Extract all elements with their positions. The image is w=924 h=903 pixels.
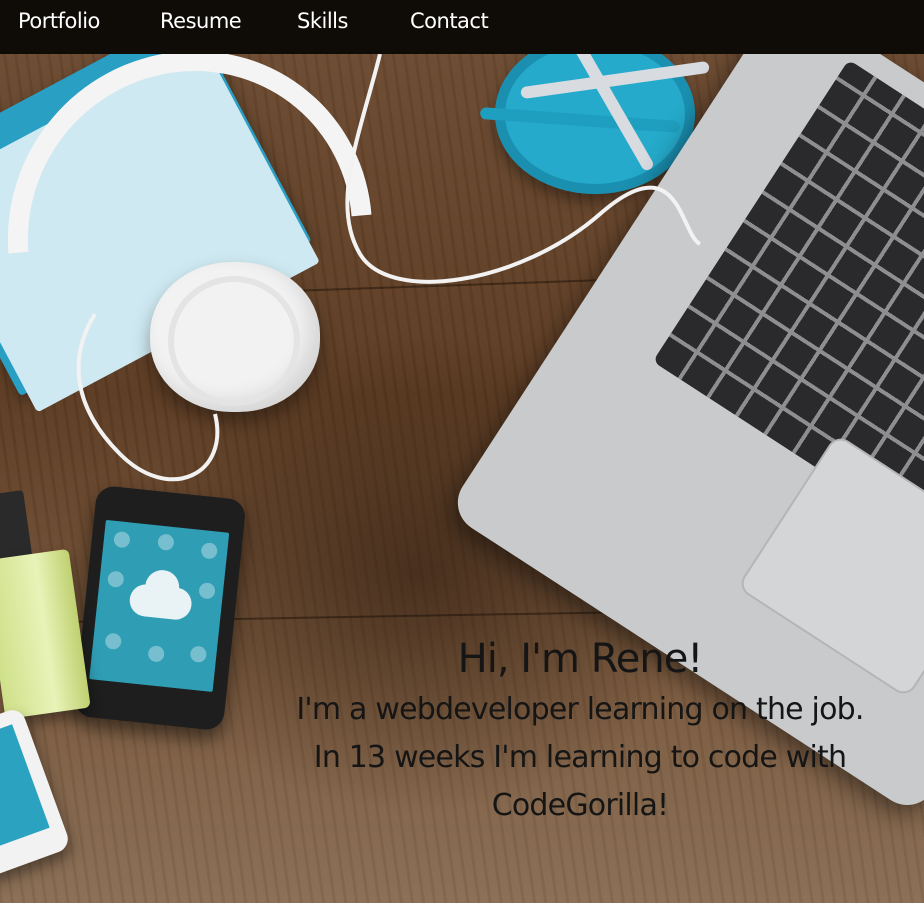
nav-link-skills[interactable]: Skills: [297, 9, 348, 33]
intro-text-block: Hi, I'm Rene! I'm a webdeveloper learnin…: [280, 632, 880, 830]
app-icon: [106, 570, 125, 589]
app-icon: [113, 530, 131, 549]
nav-link-resume[interactable]: Resume: [160, 9, 242, 33]
app-icon: [157, 533, 175, 552]
hero-line-1: I'm a webdeveloper learning on the job.: [296, 692, 864, 727]
hero-line-2: In 13 weeks I'm learning to code with: [313, 740, 847, 775]
app-icon: [200, 542, 219, 560]
nav-link-portfolio[interactable]: Portfolio: [18, 9, 100, 33]
hero-section: Hi, I'm Rene! I'm a webdeveloper learnin…: [0, 54, 924, 903]
app-icon: [189, 645, 208, 664]
cloud-icon: [128, 582, 194, 622]
top-navbar: Portfolio Resume Skills Contact: [0, 0, 924, 54]
app-icon: [104, 632, 123, 651]
smartphone-image: [73, 484, 247, 732]
nav-link-contact[interactable]: Contact: [410, 9, 489, 33]
app-icon: [198, 582, 216, 600]
app-icon: [147, 645, 165, 663]
hero-title: Hi, I'm Rene!: [457, 636, 704, 682]
phone-screen: [89, 519, 230, 692]
hero-line-3: CodeGorilla!: [491, 788, 669, 823]
